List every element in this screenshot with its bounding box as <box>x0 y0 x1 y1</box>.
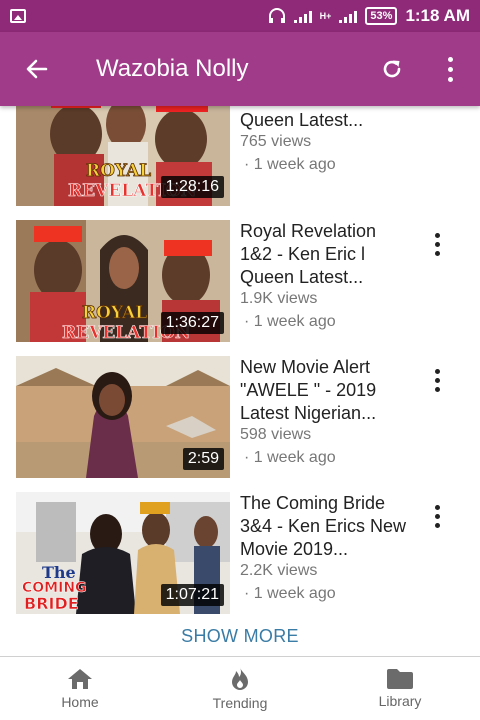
video-item[interactable]: ROYAL REVELATION 1:28:16 3&4 - Ken Eric … <box>0 106 480 206</box>
arrow-left-icon <box>26 59 48 79</box>
overlay-title-1: ROYAL <box>82 303 147 323</box>
video-duration: 1:36:27 <box>160 312 224 334</box>
overlay-title-1: ROYAL <box>86 161 151 181</box>
app-bar: Wazobia Nolly <box>0 32 480 106</box>
flame-icon <box>232 667 248 690</box>
video-menu-button[interactable] <box>424 106 450 114</box>
back-button[interactable] <box>0 32 74 106</box>
video-thumbnail[interactable]: The COMING BRIDE 1:07:21 <box>16 492 230 614</box>
show-more-button[interactable]: SHOW MORE <box>0 626 480 647</box>
image-notification-icon <box>10 9 26 23</box>
clock: 1:18 AM <box>405 6 470 25</box>
video-title[interactable]: New Movie Alert "AWELE " - 2019 Latest N… <box>240 356 410 425</box>
video-thumbnail[interactable]: 2:59 <box>16 356 230 478</box>
cell-signal-icon <box>339 9 358 23</box>
nav-home-label: Home <box>61 694 99 710</box>
bottom-navigation: Home Trending Library <box>0 656 480 720</box>
refresh-icon <box>383 60 401 78</box>
video-duration: 1:07:21 <box>160 584 224 606</box>
nav-trending[interactable]: Trending <box>160 657 320 720</box>
video-item[interactable]: ROYAL REVELATION 1:36:27 Royal Revelatio… <box>0 220 480 342</box>
video-title[interactable]: 3&4 - Ken Eric l Queen Latest... <box>240 106 400 132</box>
view-count: 1.9K views <box>240 290 318 307</box>
page-title: Wazobia Nolly <box>96 55 249 82</box>
video-title[interactable]: Royal Revelation 1&2 - Ken Eric l Queen … <box>240 220 410 289</box>
upload-age: · 1 week ago <box>244 156 336 173</box>
wifi-signal-icon <box>293 9 312 23</box>
video-duration: 1:28:16 <box>160 176 224 198</box>
video-thumbnail[interactable]: ROYAL REVELATION 1:36:27 <box>16 220 230 342</box>
view-count: 2.2K views <box>240 562 318 579</box>
overlay-title-3: BRIDE <box>24 594 79 613</box>
upload-age: · 1 week ago <box>244 313 336 330</box>
status-bar: H+ 53% 1:18 AM <box>0 0 480 32</box>
video-thumbnail[interactable]: ROYAL REVELATION 1:28:16 <box>16 106 230 206</box>
nav-trending-label: Trending <box>212 695 268 711</box>
view-count: 765 views <box>240 133 312 150</box>
video-item[interactable]: The COMING BRIDE 1:07:21 The Coming Brid… <box>0 492 480 614</box>
more-vert-icon <box>447 56 453 82</box>
view-count: 598 views <box>240 426 312 443</box>
video-duration: 2:59 <box>182 448 224 470</box>
refresh-button[interactable] <box>364 32 420 106</box>
video-list: ROYAL REVELATION 1:28:16 3&4 - Ken Eric … <box>0 106 480 656</box>
video-menu-button[interactable] <box>424 224 450 264</box>
battery-indicator: 53% <box>365 7 398 25</box>
video-menu-button[interactable] <box>424 496 450 536</box>
video-menu-button[interactable] <box>424 360 450 400</box>
nav-library[interactable]: Library <box>320 657 480 720</box>
headset-icon <box>268 8 285 23</box>
overflow-menu-button[interactable] <box>420 32 480 106</box>
network-type: H+ <box>319 11 332 21</box>
nav-home[interactable]: Home <box>0 657 160 720</box>
video-title[interactable]: The Coming Bride 3&4 - Ken Erics New Mov… <box>240 492 410 561</box>
upload-age: · 1 week ago <box>244 449 336 466</box>
nav-library-label: Library <box>378 693 422 709</box>
more-vert-icon <box>434 368 440 392</box>
folder-icon <box>387 669 413 689</box>
more-vert-icon <box>434 232 440 256</box>
video-item[interactable]: 2:59 New Movie Alert "AWELE " - 2019 Lat… <box>0 356 480 478</box>
upload-age: · 1 week ago <box>244 585 336 602</box>
more-vert-icon <box>434 504 440 528</box>
home-icon <box>68 669 92 689</box>
